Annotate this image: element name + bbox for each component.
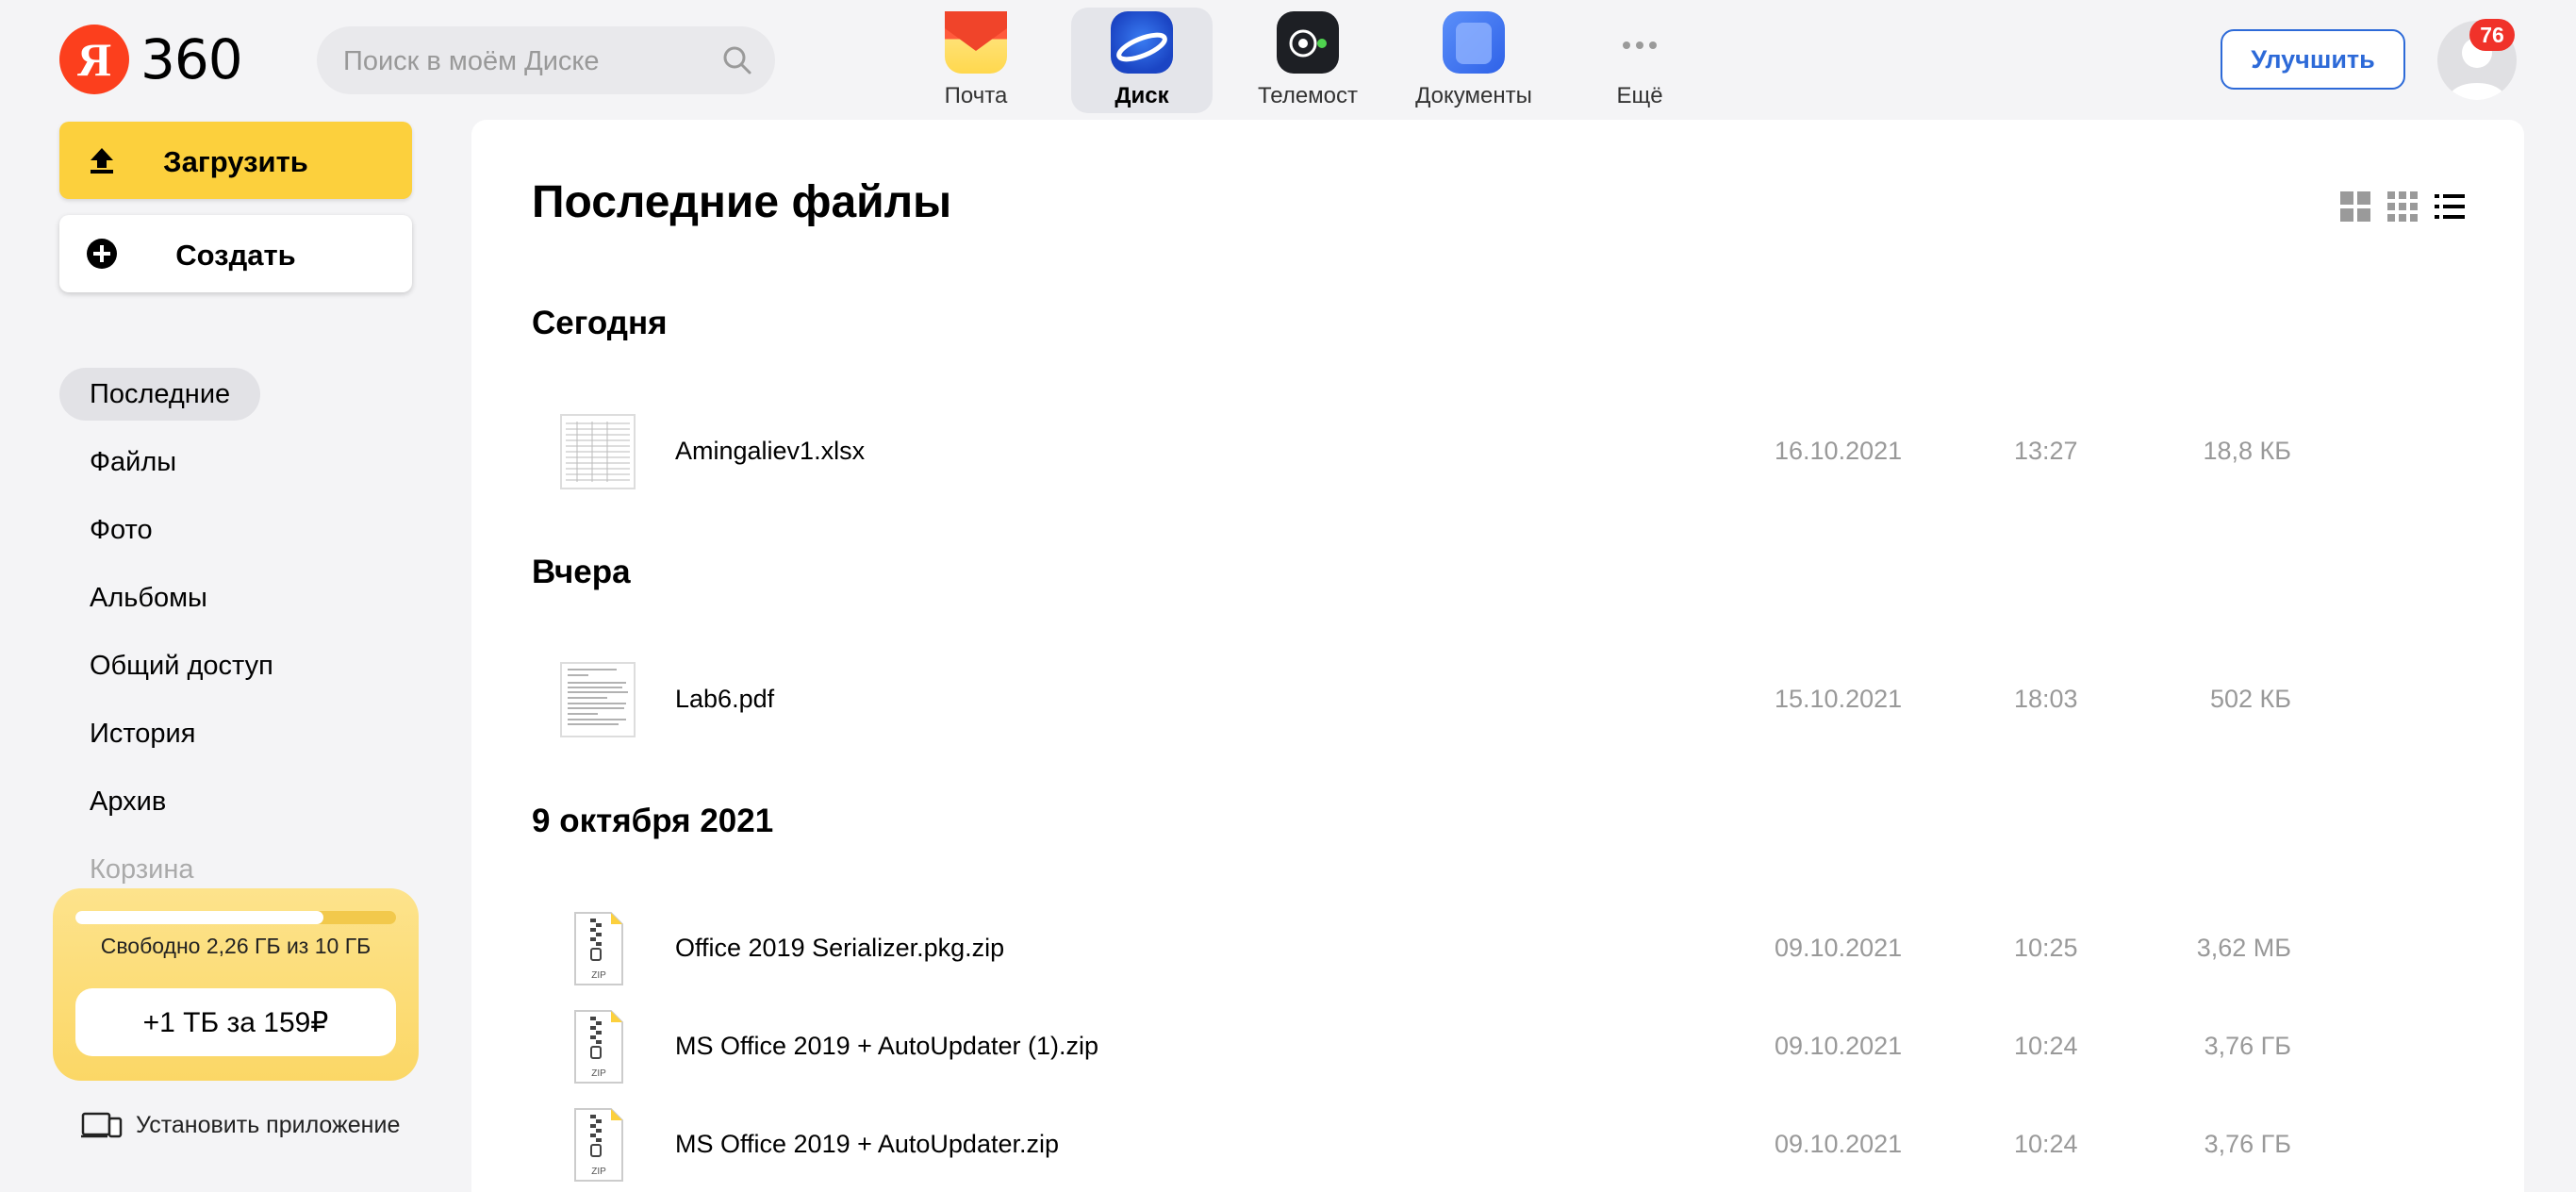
notifications-badge[interactable]: 76 <box>2469 19 2515 51</box>
sidebar-item-albums[interactable]: Альбомы <box>59 571 238 624</box>
app-telemost-label: Телемост <box>1257 83 1359 108</box>
file-row[interactable]: ZIP MS Office 2019 + AutoUpdater.zip 09.… <box>532 1098 2455 1192</box>
file-row[interactable]: Lab6.pdf 15.10.2021 18:03 502 КБ <box>532 653 2455 747</box>
file-size: 3,62 МБ <box>2196 934 2291 962</box>
file-date: 16.10.2021 <box>1775 437 1903 465</box>
yandex-logo-icon: Я <box>59 25 129 94</box>
group-title-oct-9: 9 октября 2021 <box>532 803 774 839</box>
file-date: 09.10.2021 <box>1775 1032 1903 1060</box>
app-disk-label: Диск <box>1115 83 1169 108</box>
sidebar-item-photos[interactable]: Фото <box>59 504 183 556</box>
zip-label: ZIP <box>591 970 606 981</box>
file-time: 13:27 <box>2014 437 2078 465</box>
storage-progress-bar <box>75 911 396 924</box>
storage-progress-fill <box>75 911 324 924</box>
app-disk[interactable]: Диск <box>1071 8 1213 113</box>
file-time: 18:03 <box>2014 685 2078 713</box>
devices-icon <box>81 1112 123 1138</box>
large-tiles-view-icon[interactable] <box>2339 190 2371 223</box>
search-icon[interactable] <box>722 45 752 75</box>
zip-file-icon: ZIP <box>574 1108 623 1182</box>
disk-icon <box>1111 11 1173 74</box>
app-documents-label: Документы <box>1415 83 1532 108</box>
sidebar-item-shared[interactable]: Общий доступ <box>59 639 304 692</box>
file-time: 10:24 <box>2014 1130 2078 1158</box>
search-input[interactable] <box>341 26 703 96</box>
mail-icon <box>945 11 1007 74</box>
file-size: 3,76 ГБ <box>2204 1032 2291 1060</box>
file-row[interactable]: ZIP Office 2019 Serializer.pkg.zip 09.10… <box>532 902 2455 996</box>
install-app-link[interactable]: Установить приложение <box>81 1111 400 1139</box>
file-name: Amingaliev1.xlsx <box>675 437 866 465</box>
app-more-label: Ещё <box>1616 83 1663 108</box>
yandex-360-logo[interactable]: Я 360 <box>59 25 243 94</box>
app-documents[interactable]: Документы <box>1403 8 1544 113</box>
header: Я 360 Почта Диск <box>0 0 2576 118</box>
list-view-icon[interactable] <box>2434 190 2466 223</box>
apps-switcher: Почта Диск Телемост Документы Ещё <box>905 8 1735 113</box>
create-button-label: Создать <box>175 239 296 272</box>
app-telemost[interactable]: Телемост <box>1237 8 1379 113</box>
group-title-today: Сегодня <box>532 305 668 341</box>
page-title: Последние файлы <box>532 177 952 227</box>
file-size: 502 КБ <box>2210 685 2291 713</box>
main-panel: Последние файлы Сегодня Amingaliev1.xlsx… <box>471 120 2524 1192</box>
search-box <box>317 26 775 96</box>
zip-file-icon: ZIP <box>574 912 623 985</box>
file-size: 18,8 КБ <box>2203 437 2292 465</box>
upload-button[interactable]: Загрузить <box>59 122 412 199</box>
pdf-thumbnail-icon <box>560 662 636 737</box>
sidebar-item-recent[interactable]: Последние <box>59 368 261 421</box>
create-button[interactable]: Создать <box>59 215 412 292</box>
file-date: 15.10.2021 <box>1775 685 1903 713</box>
app-mail[interactable]: Почта <box>905 8 1047 113</box>
zip-file-icon: ZIP <box>574 1010 623 1084</box>
sidebar-item-files[interactable]: Файлы <box>59 436 206 488</box>
sidebar-item-history[interactable]: История <box>59 707 225 760</box>
file-row[interactable]: ZIP MS Office 2019 + AutoUpdater (1).zip… <box>532 1000 2455 1094</box>
more-icon <box>1609 11 1671 74</box>
sidebar-item-archive[interactable]: Архив <box>59 775 196 828</box>
file-date: 09.10.2021 <box>1775 1130 1903 1158</box>
storage-widget: Свободно 2,26 ГБ из 10 ГБ +1 ТБ за 159₽ <box>53 888 419 1081</box>
zip-label: ZIP <box>591 1167 606 1177</box>
upgrade-button[interactable]: Улучшить <box>2221 29 2405 90</box>
file-name: Office 2019 Serializer.pkg.zip <box>675 934 1005 962</box>
file-row[interactable]: Amingaliev1.xlsx 16.10.2021 13:27 18,8 К… <box>532 405 2455 499</box>
file-time: 10:25 <box>2014 934 2078 962</box>
sidebar-nav: Последние Файлы Фото Альбомы Общий досту… <box>59 368 304 911</box>
app-more[interactable]: Ещё <box>1569 8 1710 113</box>
install-app-label: Установить приложение <box>136 1111 401 1138</box>
storage-free-text: Свободно 2,26 ГБ из 10 ГБ <box>100 934 372 958</box>
file-size: 3,76 ГБ <box>2204 1130 2291 1158</box>
file-date: 09.10.2021 <box>1775 934 1903 962</box>
group-title-yesterday: Вчера <box>532 554 631 590</box>
small-tiles-view-icon[interactable] <box>2386 190 2419 223</box>
zip-label: ZIP <box>591 1068 606 1079</box>
logo-360-text: 360 <box>140 27 243 91</box>
view-switcher <box>2339 190 2466 223</box>
documents-icon <box>1443 11 1505 74</box>
telemost-icon <box>1277 11 1339 74</box>
app-mail-label: Почта <box>944 83 1008 108</box>
file-name: Lab6.pdf <box>675 685 775 713</box>
file-time: 10:24 <box>2014 1032 2078 1060</box>
xlsx-thumbnail-icon <box>560 414 636 489</box>
file-name: MS Office 2019 + AutoUpdater (1).zip <box>675 1032 1098 1060</box>
buy-storage-button[interactable]: +1 ТБ за 159₽ <box>75 988 396 1056</box>
file-name: MS Office 2019 + AutoUpdater.zip <box>675 1130 1060 1158</box>
upload-button-label: Загрузить <box>163 145 308 178</box>
